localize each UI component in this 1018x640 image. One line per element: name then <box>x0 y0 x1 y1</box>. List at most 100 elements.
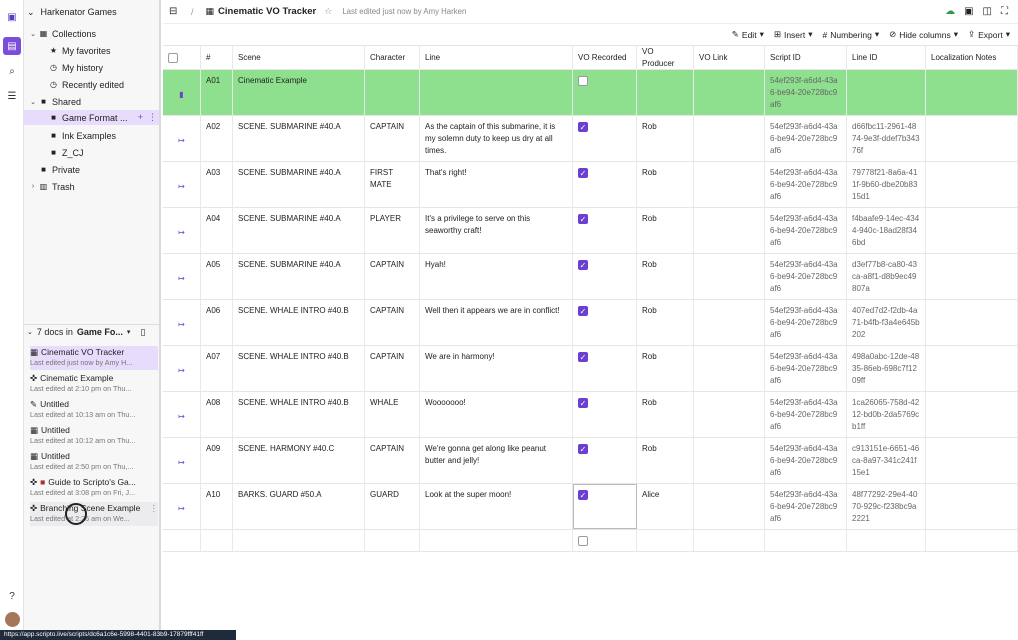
cell-script-id[interactable]: 54ef293f-a6d4-43a6-be94-20e728bc9af6 <box>765 208 847 253</box>
table-row[interactable]: ↦ A02 SCENE. SUBMARINE #40.A CAPTAIN As the … <box>163 116 1018 162</box>
cell-localization-notes[interactable] <box>926 438 1018 483</box>
help-icon[interactable]: ? <box>3 587 21 605</box>
tree-item-collections[interactable]: ⌄ ▦ Collections <box>24 26 159 41</box>
cell-script-id[interactable]: 54ef293f-a6d4-43a6-be94-20e728bc9af6 <box>765 484 847 529</box>
vo-recorded-checkbox[interactable]: ✓ <box>578 305 588 316</box>
chevron-down-icon[interactable]: ⌄ <box>27 328 33 336</box>
cell-vo-recorded[interactable]: ✓ <box>573 484 637 529</box>
cell-vo-producer[interactable]: Rob <box>637 346 694 391</box>
cell-localization-notes[interactable] <box>926 300 1018 345</box>
search-icon[interactable]: ⌕ <box>3 62 21 80</box>
cell-vo-recorded[interactable] <box>573 70 637 115</box>
more-icon[interactable]: ⋮ <box>148 112 157 123</box>
cell-vo-recorded[interactable]: ✓ <box>573 116 637 161</box>
documents-icon[interactable]: ▤ <box>3 37 21 55</box>
cell-vo-producer[interactable]: Rob <box>637 438 694 483</box>
list-icon[interactable]: ☰ <box>3 87 21 105</box>
table-row[interactable]: ↦ A10 BARKS. GUARD #50.A GUARD Look at the s… <box>163 484 1018 530</box>
tree-item-ink-examples[interactable]: ■ Ink Examples <box>24 128 159 143</box>
cell-line-id[interactable] <box>847 70 926 115</box>
cell-vo-recorded[interactable]: ✓ <box>573 346 637 391</box>
cell-vo-producer[interactable]: Rob <box>637 300 694 345</box>
cell-number[interactable]: A03 <box>201 162 233 207</box>
cell-script-id[interactable] <box>765 530 847 551</box>
cell-script-id[interactable]: 54ef293f-a6d4-43a6-be94-20e728bc9af6 <box>765 392 847 437</box>
vo-recorded-checkbox[interactable] <box>578 75 588 86</box>
cell-vo-link[interactable] <box>694 392 765 437</box>
cell-vo-link[interactable] <box>694 208 765 253</box>
line-arrow-icon[interactable]: ↦ <box>178 273 185 285</box>
cell-line-id[interactable]: d3ef77b8-ca80-43ca-a8f1-d8b9ec49807a <box>847 254 926 299</box>
cell-localization-notes[interactable] <box>926 530 1018 551</box>
cell-script-id[interactable]: 54ef293f-a6d4-43a6-be94-20e728bc9af6 <box>765 162 847 207</box>
cell-vo-link[interactable] <box>694 116 765 161</box>
table-row[interactable]: ↦ A04 SCENE. SUBMARINE #40.A PLAYER It's a p… <box>163 208 1018 254</box>
cell-scene[interactable]: SCENE. HARMONY #40.C <box>233 438 365 483</box>
cell-line[interactable]: We are in harmony! <box>420 346 573 391</box>
vo-recorded-checkbox[interactable]: ✓ <box>578 213 588 224</box>
cell-character[interactable]: CAPTAIN <box>365 346 420 391</box>
table-row[interactable]: ↦ A07 SCENE. WHALE INTRO #40.B CAPTAIN We ar… <box>163 346 1018 392</box>
cell-vo-link[interactable] <box>694 346 765 391</box>
cell-number[interactable]: A10 <box>201 484 233 529</box>
page-title[interactable]: Cinematic VO Tracker <box>218 6 316 17</box>
table-row[interactable]: ↦ A08 SCENE. WHALE INTRO #40.B WHALE Woooooo… <box>163 392 1018 438</box>
numbering-menu-button[interactable]: # Numbering ▾ <box>823 29 880 40</box>
doc-item[interactable]: ✜ Cinematic Example Last edited at 2:10 p… <box>30 372 158 396</box>
scene-doc-icon[interactable]: ▮ <box>179 89 183 101</box>
cell-vo-producer[interactable] <box>637 530 694 551</box>
cell-character[interactable]: GUARD <box>365 484 420 529</box>
table-row[interactable]: ↦ A06 SCENE. WHALE INTRO #40.B CAPTAIN Well … <box>163 300 1018 346</box>
line-arrow-icon[interactable]: ↦ <box>178 135 185 147</box>
vo-recorded-checkbox[interactable]: ✓ <box>578 121 588 132</box>
cell-line[interactable]: Hyah! <box>420 254 573 299</box>
cell-character[interactable] <box>365 530 420 551</box>
vo-recorded-checkbox[interactable]: ✓ <box>578 167 588 178</box>
tree-item-zcj[interactable]: ■ Z_CJ <box>24 145 159 160</box>
cell-scene[interactable]: SCENE. SUBMARINE #40.A <box>233 208 365 253</box>
cell-scene[interactable]: SCENE. SUBMARINE #40.A <box>233 254 365 299</box>
cell-character[interactable]: CAPTAIN <box>365 300 420 345</box>
cell-vo-producer[interactable]: Rob <box>637 116 694 161</box>
cell-localization-notes[interactable] <box>926 208 1018 253</box>
cell-scene[interactable]: SCENE. WHALE INTRO #40.B <box>233 300 365 345</box>
cell-scene[interactable]: SCENE. SUBMARINE #40.A <box>233 162 365 207</box>
column-header[interactable]: # <box>201 46 233 69</box>
cell-number[interactable]: A02 <box>201 116 233 161</box>
export-menu-button[interactable]: ⇪ Export ▾ <box>968 29 1010 40</box>
cell-localization-notes[interactable] <box>926 484 1018 529</box>
cell-line[interactable]: Well then it appears we are in conflict! <box>420 300 573 345</box>
cell-vo-producer[interactable]: Rob <box>637 162 694 207</box>
hide-columns-button[interactable]: ⊘ Hide columns ▾ <box>889 29 958 40</box>
cloud-sync-icon[interactable]: ☁ <box>945 6 955 17</box>
cell-character[interactable]: FIRST MATE <box>365 162 420 207</box>
cell-scene[interactable]: SCENE. WHALE INTRO #40.B <box>233 346 365 391</box>
chevron-right-icon[interactable]: › <box>28 183 38 190</box>
column-header[interactable]: Localization Notes <box>926 46 1018 69</box>
doc-list-header[interactable]: ⌄ 7 docs in Game Fo... ▾ ▯ <box>24 324 159 339</box>
cell-vo-link[interactable] <box>694 70 765 115</box>
doc-item[interactable]: ▦ Untitled Last edited at 10:12 am on Thu… <box>30 424 158 448</box>
cell-script-id[interactable]: 54ef293f-a6d4-43a6-be94-20e728bc9af6 <box>765 438 847 483</box>
cell-script-id[interactable]: 54ef293f-a6d4-43a6-be94-20e728bc9af6 <box>765 116 847 161</box>
column-header[interactable]: Script ID <box>765 46 847 69</box>
cell-vo-recorded[interactable]: ✓ <box>573 208 637 253</box>
select-all-checkbox[interactable] <box>168 52 178 63</box>
cell-number[interactable]: A05 <box>201 254 233 299</box>
cell-line-id[interactable]: f4baafe9-14ec-4344-940c-18ad28f346bd <box>847 208 926 253</box>
cell-scene[interactable]: SCENE. WHALE INTRO #40.B <box>233 392 365 437</box>
cell-character[interactable]: CAPTAIN <box>365 254 420 299</box>
line-arrow-icon[interactable]: ↦ <box>178 457 185 469</box>
insert-menu-button[interactable]: ⊞ Insert ▾ <box>774 29 813 40</box>
fullscreen-icon[interactable]: ⛶ <box>1001 6 1008 17</box>
cell-vo-recorded[interactable]: ✓ <box>573 162 637 207</box>
cell-line[interactable]: Wooooooo! <box>420 392 573 437</box>
table-row[interactable]: ▮ A01 Cinematic Example 54ef293f-a6d4-43a6-… <box>163 70 1018 116</box>
chevron-down-icon[interactable]: ⌄ <box>28 30 38 38</box>
tree-item-private[interactable]: ■ Private <box>24 162 159 177</box>
cell-number[interactable]: A01 <box>201 70 233 115</box>
doc-item[interactable]: ✎ Untitled Last edited at 10:13 am on Thu… <box>30 398 158 422</box>
line-arrow-icon[interactable]: ↦ <box>178 411 185 423</box>
line-arrow-icon[interactable]: ↦ <box>178 319 185 331</box>
vo-recorded-checkbox[interactable]: ✓ <box>578 351 588 362</box>
